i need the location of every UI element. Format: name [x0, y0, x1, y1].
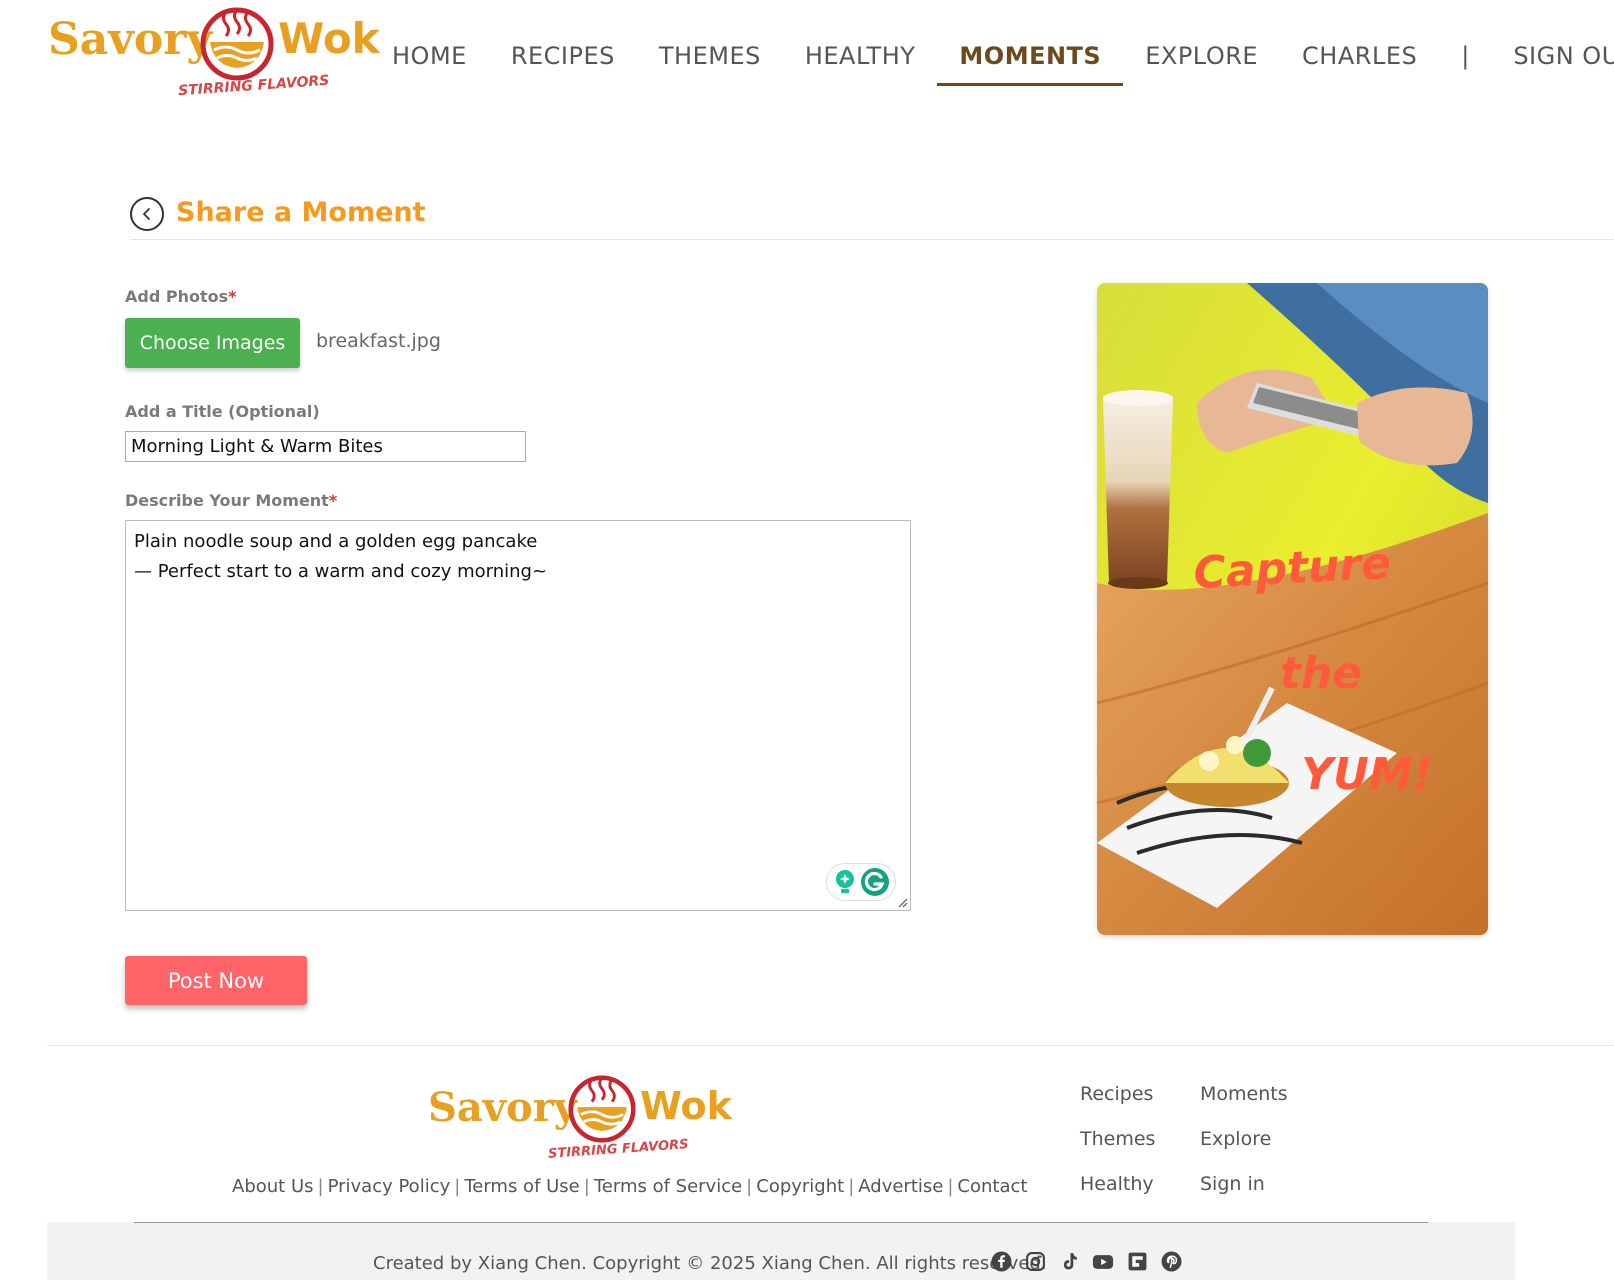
required-mark: * [328, 491, 338, 510]
nav-moments[interactable]: MOMENTS [937, 28, 1124, 86]
writing-assistant-widget[interactable] [826, 863, 896, 901]
footer-link-contact[interactable]: Contact [957, 1176, 1027, 1197]
choose-images-button[interactable]: Choose Images [125, 318, 300, 368]
title-label: Add a Title (Optional) [125, 402, 320, 421]
promo-text-yum: YUM! [1301, 749, 1432, 800]
footer-link-copyright[interactable]: Copyright [756, 1176, 844, 1197]
logo-word-left: Savory [48, 14, 212, 65]
lightbulb-icon[interactable] [833, 869, 857, 895]
page-title-row: Share a Moment [130, 190, 1614, 240]
logo-word-left: Savory [428, 1084, 578, 1131]
nav-separator: | [1461, 42, 1470, 70]
footer-legal-links: About Us | Privacy Policy | Terms of Use | Ter… [232, 1176, 1028, 1197]
post-now-button[interactable]: Post Now [125, 956, 307, 1005]
nav-themes[interactable]: THEMES [659, 28, 761, 84]
description-textarea[interactable]: Plain noodle soup and a golden egg panca… [125, 520, 911, 911]
photos-label-text: Add Photos [125, 287, 229, 306]
flipboard-icon[interactable] [1126, 1250, 1148, 1272]
site-logo[interactable]: Savory Wok STIRRING FLAVORS [48, 6, 380, 102]
footer-link-advertise[interactable]: Advertise [858, 1176, 943, 1197]
footer-nav-moments[interactable]: Moments [1200, 1080, 1320, 1108]
photos-label: Add Photos* [125, 287, 237, 306]
pinterest-icon[interactable] [1160, 1250, 1182, 1272]
logo-word-right: Wok [640, 1084, 732, 1128]
footer-nav: Recipes Moments Themes Explore Healthy S… [1080, 1080, 1320, 1198]
title-input[interactable] [125, 431, 526, 462]
copyright-text: Created by Xiang Chen. Copyright © 2025 … [373, 1253, 1047, 1274]
footer-divider [47, 1045, 1614, 1046]
back-button[interactable] [130, 197, 164, 231]
nav-explore[interactable]: EXPLORE [1145, 28, 1258, 84]
footer-link-terms-service[interactable]: Terms of Service [594, 1176, 742, 1197]
main-nav: HOME RECIPES THEMES HEALTHY MOMENTS EXPL… [392, 28, 1614, 86]
promo-image: Capture the YUM! [1097, 283, 1488, 935]
resize-grip-icon[interactable] [896, 896, 908, 908]
footer-link-terms-use[interactable]: Terms of Use [464, 1176, 579, 1197]
footer-link-privacy[interactable]: Privacy Policy [328, 1176, 451, 1197]
footer-logo[interactable]: Savory Wok STIRRING FLAVORS [428, 1074, 732, 1166]
promo-text-the: the [1280, 648, 1362, 699]
footer-bottom-divider [134, 1222, 1428, 1223]
footer-nav-sign-in[interactable]: Sign in [1200, 1170, 1320, 1198]
footer-nav-themes[interactable]: Themes [1080, 1125, 1200, 1153]
logo-word-right: Wok [278, 14, 380, 63]
promo-text-capture: Capture [1192, 538, 1392, 599]
description-label: Describe Your Moment* [125, 491, 337, 510]
facebook-icon[interactable] [990, 1250, 1012, 1272]
social-links [990, 1250, 1182, 1272]
wok-bowl-icon [200, 7, 274, 81]
footer-link-about[interactable]: About Us [232, 1176, 314, 1197]
page-title: Share a Moment [176, 197, 426, 228]
required-mark: * [228, 287, 237, 306]
selected-file-name: breakfast.jpg [316, 330, 441, 352]
nav-user-charles[interactable]: CHARLES [1302, 28, 1417, 84]
promo-illustration: Capture the YUM! [1097, 283, 1488, 935]
nav-sign-out[interactable]: SIGN OUT [1513, 28, 1614, 84]
nav-home[interactable]: HOME [392, 28, 467, 84]
description-label-text: Describe Your Moment [125, 491, 329, 510]
wok-bowl-icon [568, 1075, 636, 1143]
tiktok-icon[interactable] [1058, 1250, 1080, 1272]
footer-nav-healthy[interactable]: Healthy [1080, 1170, 1200, 1198]
footer-nav-explore[interactable]: Explore [1200, 1125, 1320, 1153]
site-header: Savory Wok STIRRING FLAVORS HOME RECIPES… [0, 0, 1614, 120]
youtube-icon[interactable] [1092, 1250, 1114, 1272]
nav-healthy[interactable]: HEALTHY [805, 28, 916, 84]
footer-nav-recipes[interactable]: Recipes [1080, 1080, 1200, 1108]
nav-recipes[interactable]: RECIPES [511, 28, 615, 84]
instagram-icon[interactable] [1024, 1250, 1046, 1272]
chevron-left-icon [143, 208, 150, 220]
grammarly-icon[interactable] [860, 867, 890, 897]
